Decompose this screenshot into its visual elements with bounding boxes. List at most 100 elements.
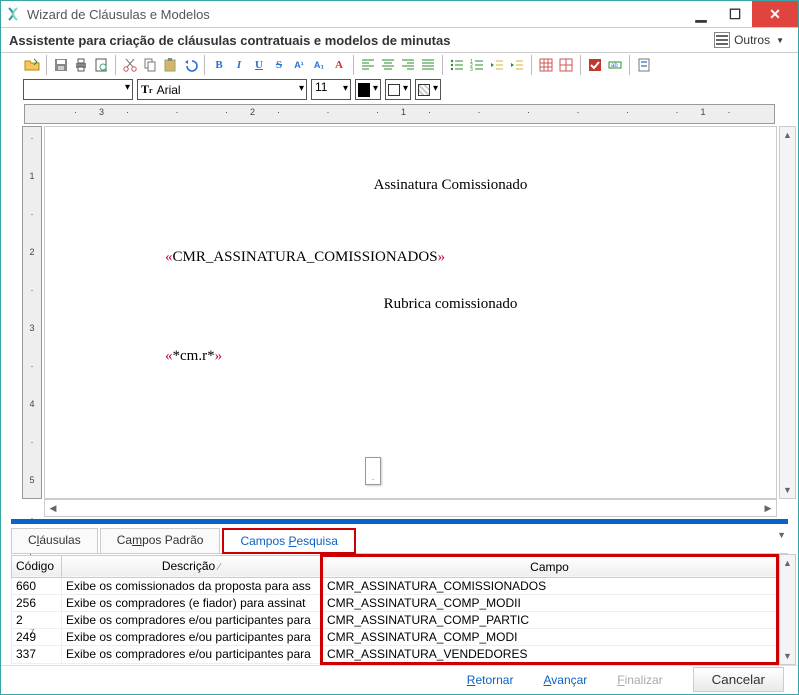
editor-region: ·1·2·3·4·5·6·7 Assinatura Comissionado «… [1, 124, 798, 499]
preview-icon[interactable] [92, 56, 110, 74]
toolbar-main: B I U S A¹ A₁ A 123 ab [1, 53, 798, 77]
col-header-codigo[interactable]: Código [12, 555, 62, 577]
cancelar-button[interactable]: Cancelar [693, 667, 784, 692]
align-justify-icon[interactable] [419, 56, 437, 74]
paste-icon[interactable] [161, 56, 179, 74]
doc-merge-field-1[interactable]: «CMR_ASSINATURA_COMISSIONADOS» [165, 249, 736, 266]
window-controls: ▁ ☐ ✕ [684, 1, 798, 27]
horizontal-ruler-wrap: ·3· · ·2· · ·1· · · · · ·1· · ·2· · ·3· … [1, 104, 798, 124]
cell-descricao: Exibe os compradores e/ou participantes … [62, 611, 322, 628]
font-size-combo[interactable]: 11 [311, 79, 351, 100]
align-center-icon[interactable] [379, 56, 397, 74]
strike-icon[interactable]: S [270, 56, 288, 74]
editor-vertical-scrollbar[interactable]: ▲ ▼ [779, 126, 796, 499]
titlebar: Wizard de Cláusulas e Modelos ▁ ☐ ✕ [1, 1, 798, 28]
insert-table-icon[interactable] [537, 56, 555, 74]
col-header-campo[interactable]: Campo [322, 555, 778, 577]
cell-codigo: 337 [12, 645, 62, 663]
fontcolor-icon[interactable]: A [330, 56, 348, 74]
scroll-left-icon[interactable]: ◀ [45, 500, 61, 516]
maximize-button[interactable]: ☐ [718, 1, 752, 27]
outros-label: Outros [734, 33, 770, 47]
tab-clausulas[interactable]: Cláusulas [11, 528, 98, 554]
cut-icon[interactable] [121, 56, 139, 74]
doc-text-rubrica: Rubrica comissionado [165, 296, 736, 313]
print-icon[interactable] [72, 56, 90, 74]
copy-icon[interactable] [141, 56, 159, 74]
outdent-icon[interactable] [488, 56, 506, 74]
check-icon[interactable] [586, 56, 604, 74]
document-viewport[interactable]: Assinatura Comissionado «CMR_ASSINATURA_… [44, 126, 777, 499]
cell-descricao: Exibe os compradores e/ou participantes … [62, 645, 322, 663]
outros-menu[interactable]: Outros ▼ [708, 30, 790, 50]
table-vertical-scrollbar[interactable]: ▲ ▼ [779, 554, 796, 665]
table-row[interactable]: 2Exibe os compradores e/ou participantes… [12, 611, 778, 628]
table-scroll-up-icon[interactable]: ▲ [780, 555, 796, 571]
col-header-descricao[interactable]: Descrição ∕ [62, 555, 322, 577]
font-combo[interactable]: Tr Arial [137, 79, 307, 100]
subtitle-text: Assistente para criação de cláusulas con… [9, 33, 708, 48]
wizard-footer: Retornar Avançar Finalizar Cancelar [1, 665, 798, 694]
bold-icon[interactable]: B [210, 56, 228, 74]
search-fields-table[interactable]: Código Descrição ∕ Campo 660Exibe os com… [11, 554, 779, 665]
tab-campos-padrao[interactable]: Campos Padrão [100, 528, 221, 554]
save-icon[interactable] [52, 56, 70, 74]
table-header-row: Código Descrição ∕ Campo [12, 555, 778, 577]
tabs-collapse-icon[interactable]: ▼ [777, 530, 786, 540]
toolbar-format: Tr Arial 11 [1, 77, 798, 104]
svg-text:ab: ab [611, 63, 618, 69]
scroll-down-icon[interactable]: ▼ [780, 482, 796, 498]
document-page[interactable]: Assinatura Comissionado «CMR_ASSINATURA_… [45, 177, 776, 499]
superscript-icon[interactable]: A¹ [290, 56, 308, 74]
cell-codigo: 660 [12, 577, 62, 594]
style-combo[interactable] [23, 79, 133, 100]
indent-icon[interactable] [508, 56, 526, 74]
underline-icon[interactable]: U [250, 56, 268, 74]
retornar-button[interactable]: Retornar [467, 673, 514, 687]
cell-campo: CMR_ASSINATURA_COMP_PARTIC [322, 611, 778, 628]
horizontal-ruler[interactable]: ·3· · ·2· · ·1· · · · · ·1· · ·2· · ·3· … [24, 104, 775, 124]
wizard-window: Wizard de Cláusulas e Modelos ▁ ☐ ✕ Assi… [0, 0, 799, 695]
avancar-button[interactable]: Avançar [543, 673, 587, 687]
cell-campo: CMR_ASSINATURA_COMP_MODII [322, 594, 778, 611]
italic-icon[interactable]: I [230, 56, 248, 74]
border-combo[interactable] [385, 79, 411, 100]
scroll-right-icon[interactable]: ▶ [760, 500, 776, 516]
font-t-icon: Tr [141, 82, 153, 97]
cell-campo: CMR_ASSINATURA_COMISSIONADOS [322, 577, 778, 594]
font-size-value: 11 [315, 80, 327, 94]
subtitle-bar: Assistente para criação de cláusulas con… [1, 28, 798, 53]
font-color-combo[interactable] [355, 79, 381, 100]
table-row[interactable]: 256Exibe os compradores (e fiador) para … [12, 594, 778, 611]
align-left-icon[interactable] [359, 56, 377, 74]
table-row[interactable]: 660Exibe os comissionados da proposta pa… [12, 577, 778, 594]
open-folder-icon[interactable] [23, 56, 41, 74]
number-list-icon[interactable]: 123 [468, 56, 486, 74]
table-row[interactable]: 337Exibe os compradores e/ou participant… [12, 645, 778, 663]
undo-icon[interactable] [181, 56, 199, 74]
cell-descricao: Exibe os compradores e/ou participantes … [62, 628, 322, 645]
cell-codigo: 256 [12, 594, 62, 611]
ruler-numbers: ·3· · ·2· · ·1· · · · · ·1· · ·2· · ·3· … [25, 107, 775, 117]
table-row[interactable]: 249Exibe os compradores e/ou participant… [12, 628, 778, 645]
vertical-ruler[interactable]: ·1·2·3·4·5·6·7 [22, 126, 42, 499]
table-grid-icon[interactable] [557, 56, 575, 74]
table-scroll-down-icon[interactable]: ▼ [780, 648, 796, 664]
scroll-up-icon[interactable]: ▲ [780, 127, 796, 143]
bullet-list-icon[interactable] [448, 56, 466, 74]
cell-codigo: 249 [12, 628, 62, 645]
doc-merge-field-2[interactable]: «*cm.r*» [165, 348, 736, 365]
close-button[interactable]: ✕ [752, 1, 798, 27]
cursor-marker: . [365, 457, 381, 485]
minimize-button[interactable]: ▁ [684, 1, 718, 27]
editor-horizontal-scrollbar[interactable]: ◀ ▶ [44, 499, 777, 517]
tab-campos-pesquisa[interactable]: Campos Pesquisa [222, 528, 355, 554]
subscript-icon[interactable]: A₁ [310, 56, 328, 74]
cell-codigo: 2 [12, 611, 62, 628]
shading-combo[interactable] [415, 79, 441, 100]
cell-campo: CMR_ASSINATURA_COMP_MODI [322, 628, 778, 645]
insert-field-icon[interactable]: ab [606, 56, 624, 74]
cell-descricao: Exibe os compradores (e fiador) para ass… [62, 594, 322, 611]
page-setup-icon[interactable] [635, 56, 653, 74]
align-right-icon[interactable] [399, 56, 417, 74]
